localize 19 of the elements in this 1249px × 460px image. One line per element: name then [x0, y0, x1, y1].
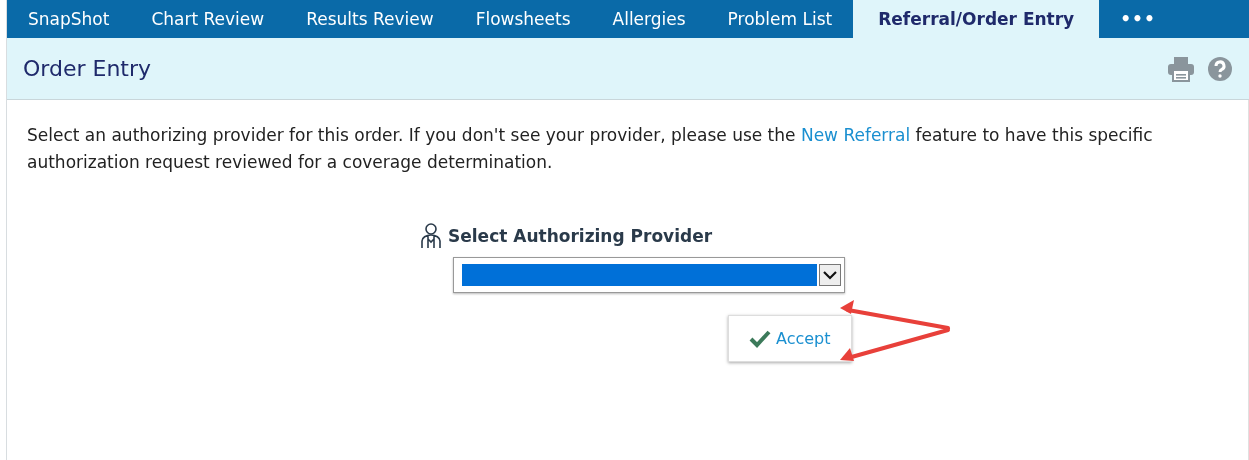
caret-icon[interactable]: [819, 264, 841, 286]
accept-button[interactable]: Accept: [728, 315, 852, 362]
tab[interactable]: Allergies: [591, 0, 707, 38]
tab[interactable]: Referral/Order Entry: [853, 0, 1100, 38]
tab[interactable]: Problem List: [706, 0, 854, 38]
help-icon[interactable]: [1207, 55, 1233, 82]
page-title: Order Entry: [23, 56, 153, 81]
check-icon: [749, 329, 771, 348]
instruction-text: Select an authorizing provider for this order. If you don't see your provider, please use the New Referral feature to have this specific authorization request reviewed for a coverage determination.: [27, 124, 1154, 174]
tab[interactable]: Chart Review: [130, 0, 286, 38]
print-icon[interactable]: [1167, 55, 1195, 82]
tab[interactable]: Flowsheets: [454, 0, 592, 38]
field-label: Select Authorizing Provider: [448, 226, 713, 246]
tab[interactable]: SnapShot: [7, 0, 131, 38]
new-referral-link[interactable]: New Referral: [800, 125, 911, 145]
tab[interactable]: •••: [1099, 0, 1177, 38]
tab[interactable]: Results Review: [285, 0, 455, 38]
provider-dropdown[interactable]: [453, 257, 845, 293]
person-icon: [420, 223, 442, 249]
